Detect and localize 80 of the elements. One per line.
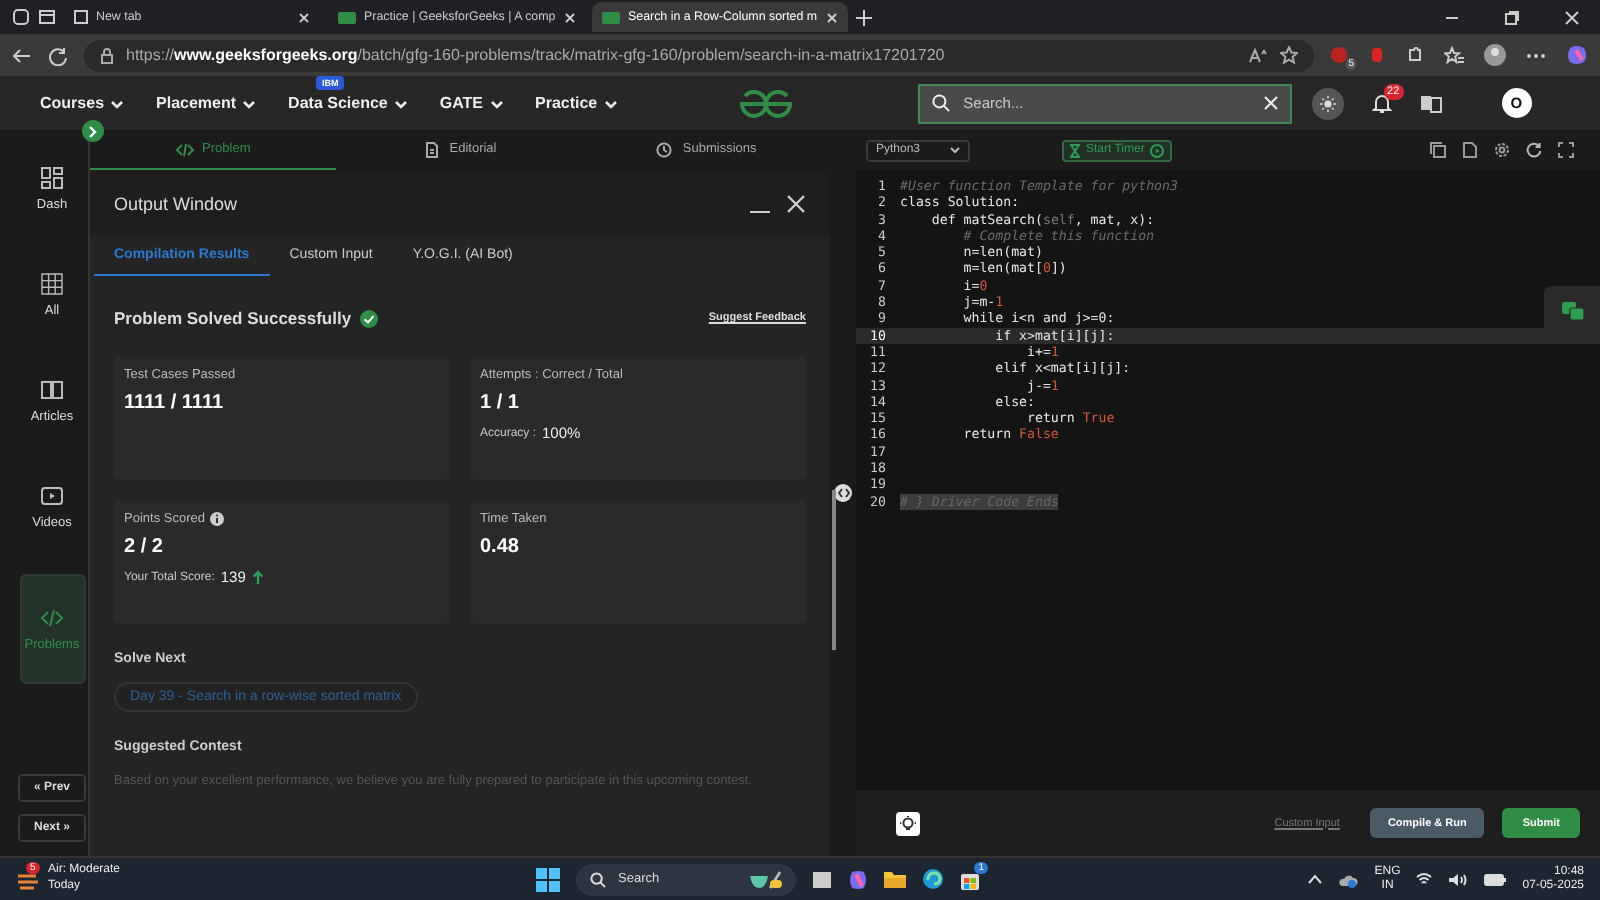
arrow-up-icon [251,570,264,584]
resize-handle[interactable] [834,484,852,502]
lightbulb-icon [900,815,916,831]
chevron-up-icon[interactable] [1308,874,1323,884]
book-icon [40,377,64,401]
search-icon [590,871,606,887]
new-tab-icon[interactable] [856,9,872,25]
restore-icon[interactable] [1504,9,1520,25]
document-icon [423,141,442,157]
check-circle-icon [359,309,378,327]
hourglass-icon [1070,143,1080,157]
card-value: 1111 / 1111 [124,392,226,414]
video-icon [40,483,64,507]
card-value: 2 / 2 [124,536,165,558]
close-icon[interactable] [786,193,806,213]
favicon-icon [602,11,620,23]
code-icon [176,141,195,157]
profile-icon[interactable] [1484,44,1506,66]
file-icon[interactable] [1462,142,1478,158]
hint-button[interactable] [896,811,920,835]
caret-icon[interactable] [242,97,257,109]
panel-title: Output Window [114,193,238,213]
dashboard-icon [40,165,64,189]
settings-icon[interactable] [1494,142,1510,158]
close-icon[interactable] [1564,9,1580,25]
nav-menu[interactable]: GATE [439,94,483,112]
tab-actions-icon[interactable] [38,8,56,26]
task-view-icon[interactable] [812,869,832,889]
reload-icon[interactable] [48,45,68,65]
bowl-drawing [750,869,782,889]
caret-icon[interactable] [393,97,408,109]
nav-menu[interactable]: Data Science [288,94,388,112]
code-icon [40,606,64,630]
favicon-icon [338,11,356,23]
close-icon[interactable] [563,11,576,23]
page-icon [74,10,88,24]
nav-menu[interactable]: Practice [535,94,598,112]
card-value: 0.48 [480,536,521,558]
folder-icon[interactable] [884,869,906,889]
more-icon[interactable] [1526,51,1546,59]
caret-icon[interactable] [110,97,125,109]
star-icon[interactable] [1280,46,1298,64]
fullscreen-icon[interactable] [1558,142,1574,158]
bell-icon[interactable] [1371,92,1392,114]
status-message: Problem Solved Successfully [114,308,352,328]
lock-icon [100,47,114,63]
card-value: 1 / 1 [480,392,521,414]
wifi-icon[interactable] [1416,872,1433,886]
chat-icon [1561,301,1583,319]
cloud-icon[interactable] [1338,871,1359,887]
copy-icon[interactable] [1430,142,1446,158]
search-icon [931,94,950,112]
caret-icon [950,146,960,154]
read-aloud-icon[interactable] [1248,47,1268,63]
play-circle-icon [1150,143,1165,157]
clear-icon[interactable] [1263,96,1278,110]
chat-button[interactable] [1544,286,1600,334]
chevron-right-icon [88,125,98,137]
info-icon [210,512,225,526]
close-icon[interactable] [826,11,838,23]
battery-icon[interactable] [1484,873,1507,885]
favorites-icon[interactable] [1444,46,1464,64]
workspaces-icon[interactable] [12,8,30,26]
back-icon[interactable] [12,45,32,65]
theme-toggle[interactable] [1311,87,1344,119]
sun-icon [1319,95,1336,111]
close-icon[interactable] [298,11,310,23]
caret-icon[interactable] [603,97,618,109]
clock-icon [656,141,675,157]
address-bar[interactable]: https://www.geeksforgeeks.org/batch/gfg-160-problems/track/matrix-gfg-160/problem/search-in-a-matrix17201720 [84,39,1314,71]
store-icon[interactable] [960,869,980,889]
puzzle-icon[interactable] [1406,46,1424,64]
reset-icon[interactable] [1526,142,1542,158]
scrollbar[interactable] [832,490,836,650]
grid-icon [40,271,64,295]
nav-menu[interactable]: Placement [156,94,237,112]
windows-start-icon[interactable] [536,867,560,891]
caret-icon[interactable] [489,97,503,109]
speaker-icon[interactable] [1448,871,1469,887]
nav-menu[interactable]: Courses [40,94,105,112]
